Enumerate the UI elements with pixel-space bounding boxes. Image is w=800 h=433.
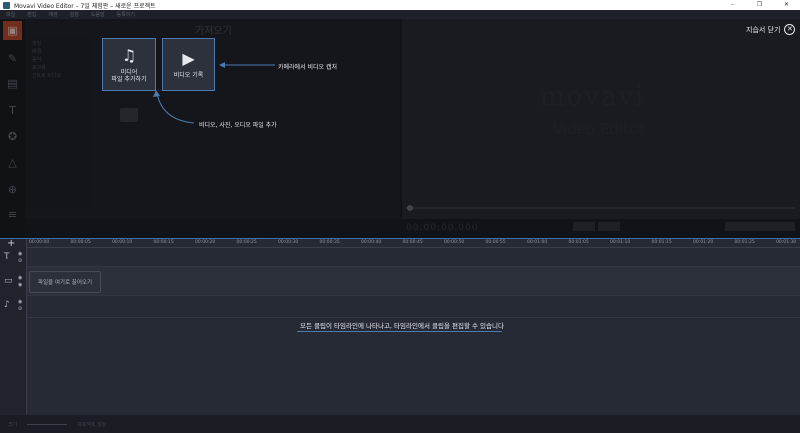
add-callout: 비디오, 사진, 오디오 파일 추가: [199, 122, 277, 129]
ruler-tick-label: 00:00:00: [29, 240, 50, 245]
title-track-icon: T: [4, 252, 10, 262]
video-track[interactable]: [27, 267, 800, 296]
maximize-button[interactable]: ❐: [746, 0, 773, 10]
tutorial-underline: [297, 331, 502, 332]
record-video-label: 비디오 기록: [173, 72, 204, 79]
media-files-icon: ♫: [121, 45, 137, 65]
status-bar: 크기 프로젝트 설정: [0, 415, 800, 433]
app-logo-icon: [3, 1, 10, 9]
scale-slider[interactable]: [27, 423, 68, 425]
ruler-tick-label: 00:00:45: [402, 240, 423, 245]
timeline-tutorial-message: 모든 클립이 타임라인에 나타나고, 타임라인에서 클립을 편집할 수 있습니다: [300, 322, 504, 330]
close-tutorial-label: 지습서 닫기: [746, 25, 781, 34]
ruler-tick-label: 00:00:20: [195, 240, 216, 245]
ruler-tick-label: 00:00:50: [444, 240, 465, 245]
audio-track[interactable]: [27, 296, 800, 318]
ruler-tick-label: 00:00:05: [70, 240, 91, 245]
ruler-tick-label: 00:01:30: [776, 240, 797, 245]
ruler-tick-label: 00:01:10: [610, 240, 631, 245]
scale-label: 크기: [8, 421, 18, 428]
mute-icon[interactable]: ◉: [18, 282, 22, 288]
lock-icon[interactable]: ⊘: [18, 306, 22, 312]
menu-help[interactable]: 도움말: [91, 11, 105, 18]
ruler-tick-label: 00:01:05: [568, 240, 589, 245]
mute-icon[interactable]: ◉: [18, 299, 22, 305]
ruler-tick-label: 00:00:30: [278, 240, 299, 245]
record-video-button[interactable]: ▶ 비디오 기록: [162, 38, 215, 91]
camera-icon: ▶: [182, 49, 195, 68]
add-media-label: 미디어 파일 추가하기: [111, 68, 147, 83]
menu-register[interactable]: 등록하기: [117, 11, 135, 18]
ruler-tick-label: 00:01:20: [693, 240, 714, 245]
lock-icon[interactable]: ⊘: [18, 258, 22, 264]
ruler-tick-label: 00:00:35: [319, 240, 340, 245]
close-icon: ✕: [784, 24, 796, 35]
menu-edit[interactable]: 편집: [27, 11, 36, 18]
ruler-tick-label: 00:01:15: [651, 240, 672, 245]
video-track-icon: ▭: [4, 276, 13, 286]
drop-files-hint[interactable]: 파일을 여기로 끌어오기: [29, 271, 101, 293]
menu-settings[interactable]: 설정: [70, 11, 79, 18]
close-tutorial-button[interactable]: 지습서 닫기 ✕: [746, 24, 796, 35]
ruler-tick-label: 00:00:15: [153, 240, 174, 245]
track-headers: [0, 239, 27, 415]
add-track-icon[interactable]: +: [7, 239, 15, 249]
record-callout: 카메라에서 비디오 캡처: [278, 64, 338, 71]
ruler-tick-label: 00:00:40: [361, 240, 382, 245]
minimize-button[interactable]: –: [719, 0, 746, 10]
add-media-files-button[interactable]: ♫ 미디어 파일 추가하기: [102, 38, 156, 91]
menu-file[interactable]: 파일: [6, 11, 15, 18]
project-settings-label[interactable]: 프로젝트 설정: [77, 421, 106, 428]
menu-playback[interactable]: 재생: [48, 11, 57, 18]
window-title: Movavi Video Editor – 7일 체험판 – 새로운 프로젝트: [14, 2, 156, 10]
ruler-tick-label: 00:00:10: [112, 240, 133, 245]
ruler-tick-label: 00:01:00: [527, 240, 548, 245]
title-bar: Movavi Video Editor – 7일 체험판 – 새로운 프로젝트 …: [0, 0, 800, 10]
ruler-tick-label: 00:00:55: [485, 240, 506, 245]
ruler-tick-label: 00:01:25: [734, 240, 755, 245]
audio-track-icon: ♪: [4, 300, 10, 310]
ruler-tick-label: 00:00:25: [236, 240, 257, 245]
visibility-icon[interactable]: ◉: [18, 275, 22, 281]
visibility-icon[interactable]: ◉: [18, 251, 22, 257]
menu-bar: 파일 편집 재생 설정 도움말 등록하기: [0, 10, 800, 19]
title-track[interactable]: [27, 249, 800, 267]
close-window-button[interactable]: ✕: [773, 0, 800, 10]
